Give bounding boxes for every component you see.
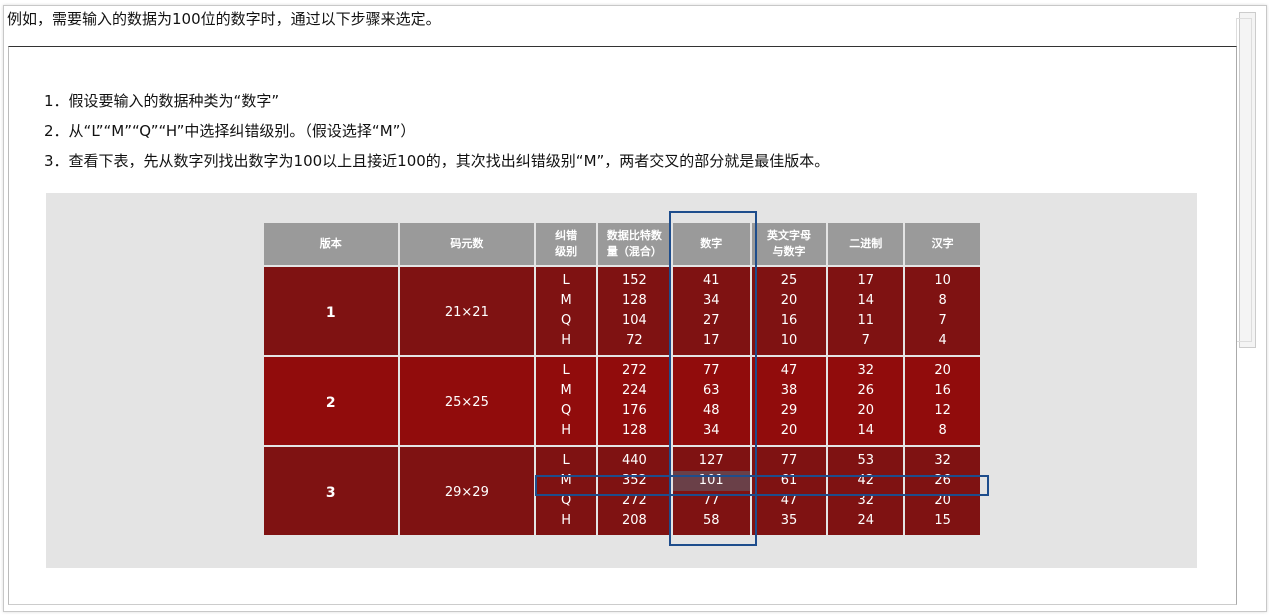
alnum-cell: 20 xyxy=(749,421,829,446)
modules-cell: 21×21 xyxy=(397,265,537,356)
bits-cell: 104 xyxy=(596,311,673,331)
alnum-cell: 20 xyxy=(749,291,829,311)
background-panel-edge xyxy=(1236,18,1252,342)
header-alphanumeric: 英文字母 与数字 xyxy=(749,221,829,267)
alnum-cell: 77 xyxy=(749,445,829,471)
qr-version-figure: 版本 码元数 纠错 级别 数据比特数 量（混合） 数字 英文字母 与数字 二进制 汉字… xyxy=(46,193,1197,568)
alnum-cell: 10 xyxy=(749,331,829,356)
kanji-cell: 4 xyxy=(903,331,982,356)
alnum-cell: 35 xyxy=(749,511,829,535)
kanji-cell: 20 xyxy=(903,355,982,381)
binary-cell: 14 xyxy=(826,421,906,446)
table-row: 1 21×21 L 152 41 25 17 10 xyxy=(262,265,982,356)
kanji-cell: 12 xyxy=(903,401,982,421)
alnum-cell: 29 xyxy=(749,401,829,421)
header-ecl: 纠错 级别 xyxy=(534,221,598,267)
ecl-cell: M xyxy=(534,381,598,401)
binary-cell: 14 xyxy=(826,291,906,311)
ecl-cell: L xyxy=(534,265,598,291)
bits-cell: 128 xyxy=(596,421,673,446)
binary-cell: 7 xyxy=(826,331,906,356)
bits-cell: 152 xyxy=(596,265,673,291)
bits-cell: 272 xyxy=(596,355,673,381)
ecl-cell: M xyxy=(534,291,598,311)
ecl-cell: Q xyxy=(534,401,598,421)
ecl-cell: Q xyxy=(534,311,598,331)
table-row: 2 25×25 L 272 77 47 32 20 xyxy=(262,355,982,446)
kanji-cell: 8 xyxy=(903,421,982,446)
bits-cell: 208 xyxy=(596,511,673,535)
bits-cell: 224 xyxy=(596,381,673,401)
table-header-row: 版本 码元数 纠错 级别 数据比特数 量（混合） 数字 英文字母 与数字 二进制 汉字 xyxy=(262,221,982,267)
step-3: 3．查看下表，先从数字列找出数字为100以上且接近100的，其次找出纠错级别“M… xyxy=(44,152,830,170)
bits-cell: 176 xyxy=(596,401,673,421)
bits-cell: 128 xyxy=(596,291,673,311)
kanji-cell: 7 xyxy=(903,311,982,331)
ecl-cell: L xyxy=(534,445,598,471)
modules-cell: 25×25 xyxy=(397,355,537,446)
binary-cell: 11 xyxy=(826,311,906,331)
alnum-cell: 25 xyxy=(749,265,829,291)
header-data-bits: 数据比特数 量（混合） xyxy=(596,221,673,267)
table-row: 3 29×29 L 440 127 77 53 32 xyxy=(262,445,982,535)
header-binary: 二进制 xyxy=(826,221,906,267)
binary-cell: 17 xyxy=(826,265,906,291)
steps-list: 1．假设要输入的数据种类为“数字” 2．从“L”“M”“Q”“H”中选择纠错级别… xyxy=(44,86,829,176)
level-m-row-highlight xyxy=(535,475,989,496)
intro-text: 例如，需要输入的数据为100位的数字时，通过以下步骤来选定。 xyxy=(7,10,441,28)
bits-cell: 440 xyxy=(596,445,673,471)
kanji-cell: 8 xyxy=(903,291,982,311)
step-2: 2．从“L”“M”“Q”“H”中选择纠错级别。（假设选择“M”） xyxy=(44,122,416,140)
ecl-cell: H xyxy=(534,511,598,535)
binary-cell: 26 xyxy=(826,381,906,401)
header-modules: 码元数 xyxy=(397,221,537,267)
ecl-cell: L xyxy=(534,355,598,381)
kanji-cell: 10 xyxy=(903,265,982,291)
binary-cell: 20 xyxy=(826,401,906,421)
step-1: 1．假设要输入的数据种类为“数字” xyxy=(44,92,280,110)
binary-cell: 32 xyxy=(826,355,906,381)
alnum-cell: 38 xyxy=(749,381,829,401)
ecl-cell: H xyxy=(534,421,598,446)
alnum-cell: 16 xyxy=(749,311,829,331)
version-cell: 2 xyxy=(262,355,400,446)
bits-cell: 72 xyxy=(596,331,673,356)
binary-cell: 53 xyxy=(826,445,906,471)
header-kanji: 汉字 xyxy=(903,221,982,267)
binary-cell: 24 xyxy=(826,511,906,535)
header-version: 版本 xyxy=(262,221,400,267)
alnum-cell: 47 xyxy=(749,355,829,381)
kanji-cell: 15 xyxy=(903,511,982,535)
version-cell: 3 xyxy=(262,445,400,535)
modules-cell: 29×29 xyxy=(397,445,537,535)
ecl-cell: H xyxy=(534,331,598,356)
kanji-cell: 32 xyxy=(903,445,982,471)
kanji-cell: 16 xyxy=(903,381,982,401)
version-cell: 1 xyxy=(262,265,400,356)
